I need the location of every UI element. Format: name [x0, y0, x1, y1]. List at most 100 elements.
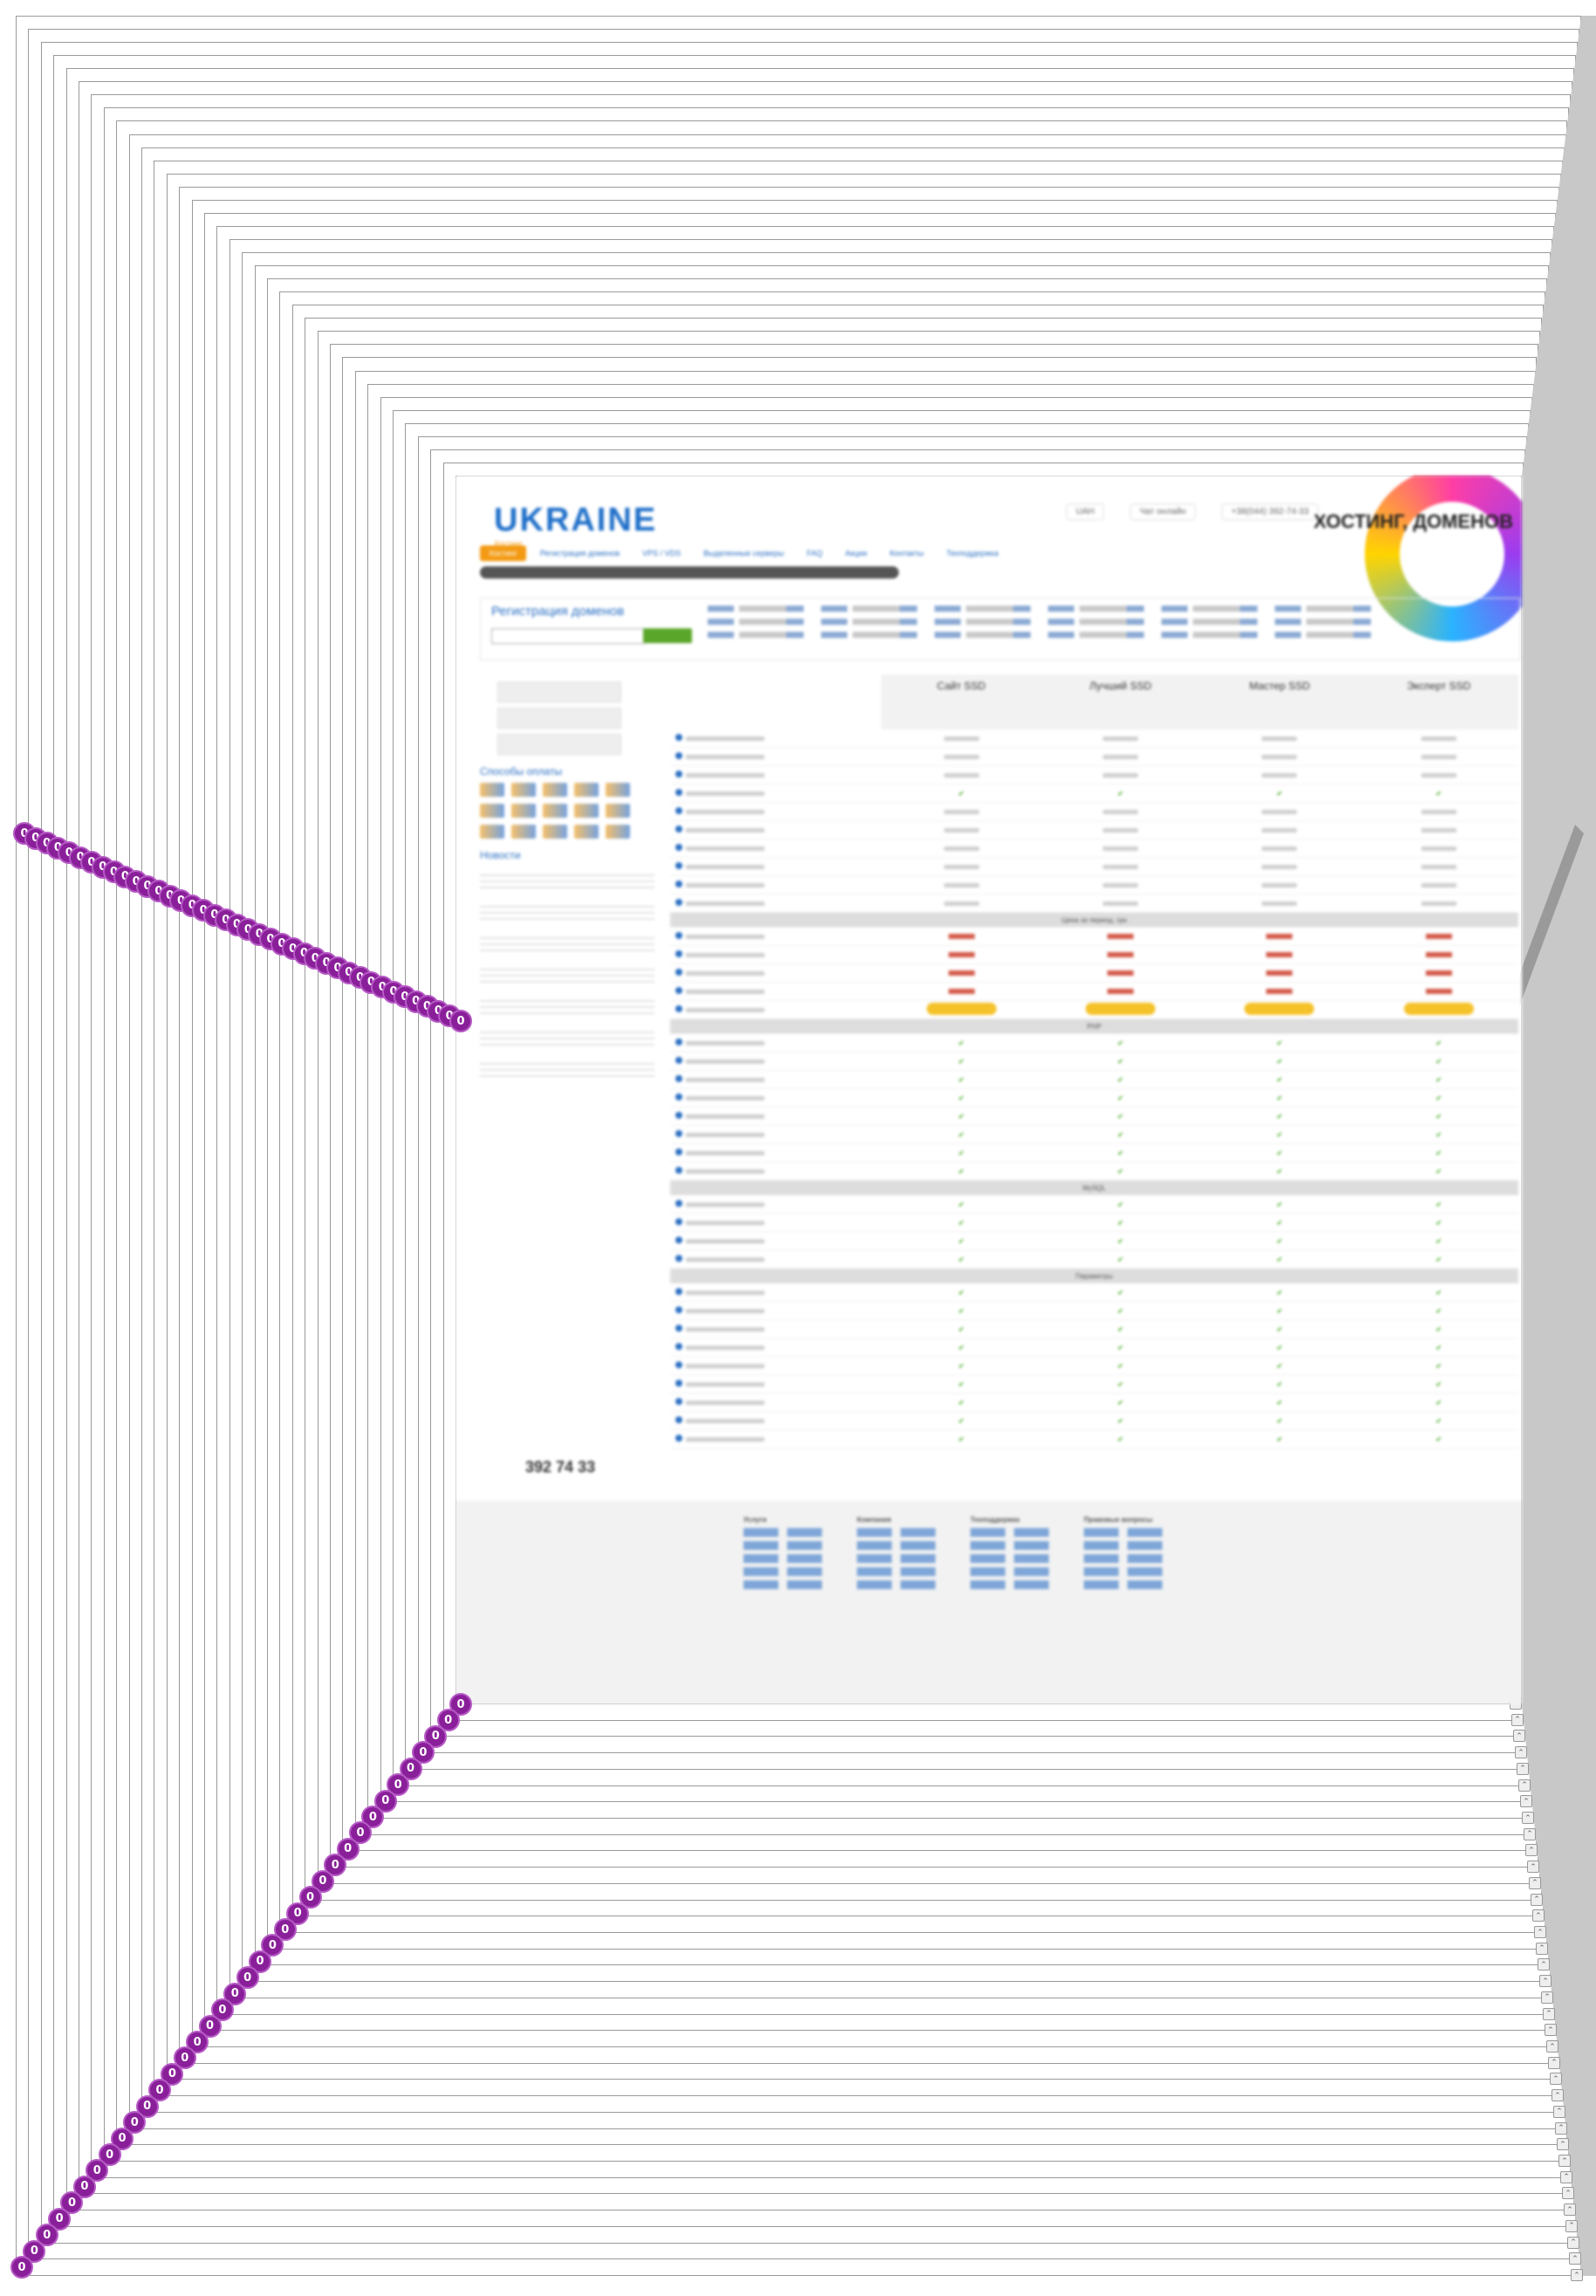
info-icon[interactable]	[675, 1398, 682, 1405]
footer-link[interactable]	[857, 1567, 935, 1576]
sidebar-button[interactable]	[497, 682, 621, 703]
phone-select[interactable]: +38(044) 392-74-33	[1222, 504, 1319, 520]
info-icon[interactable]	[675, 771, 682, 778]
footer-link[interactable]	[1084, 1580, 1162, 1589]
news-item[interactable]	[480, 1059, 654, 1081]
site-logo[interactable]: UKRAINE Хостинг	[494, 502, 657, 548]
info-icon[interactable]	[675, 899, 682, 906]
info-icon[interactable]	[675, 1435, 682, 1442]
footer-link[interactable]	[857, 1528, 935, 1537]
domain-zone-item[interactable]	[1275, 632, 1371, 638]
info-icon[interactable]	[675, 1112, 682, 1119]
client-login-bar[interactable]	[480, 566, 899, 579]
nav-item-promo[interactable]: Акции	[836, 545, 875, 561]
nav-item-hosting[interactable]: Хостинг	[480, 545, 526, 561]
info-icon[interactable]	[675, 1380, 682, 1387]
info-icon[interactable]	[675, 1093, 682, 1100]
info-icon[interactable]	[675, 1325, 682, 1332]
domain-zone-item[interactable]	[821, 632, 917, 638]
footer-link[interactable]	[1084, 1541, 1162, 1550]
footer-link[interactable]	[970, 1580, 1049, 1589]
domain-zone-item[interactable]	[935, 619, 1031, 625]
domain-zone-item[interactable]	[1048, 606, 1144, 612]
currency-select[interactable]: UAH	[1066, 504, 1105, 520]
footer-link[interactable]	[1084, 1554, 1162, 1563]
chat-online-link[interactable]: Чат онлайн	[1130, 504, 1196, 520]
domain-zone-item[interactable]	[1161, 619, 1257, 625]
info-icon[interactable]	[675, 1038, 682, 1045]
info-icon[interactable]	[675, 1075, 682, 1082]
info-icon[interactable]	[675, 881, 682, 888]
order-button[interactable]	[926, 1003, 997, 1015]
info-icon[interactable]	[675, 1200, 682, 1207]
domain-zone-item[interactable]	[708, 632, 804, 638]
footer-link[interactable]	[857, 1554, 935, 1563]
domain-zone-item[interactable]	[1275, 606, 1371, 612]
info-icon[interactable]	[675, 752, 682, 759]
domain-zone-item[interactable]	[935, 632, 1031, 638]
news-item[interactable]	[480, 870, 654, 893]
info-icon[interactable]	[675, 1167, 682, 1174]
footer-link[interactable]	[970, 1528, 1049, 1537]
info-icon[interactable]	[675, 1416, 682, 1423]
domain-search-input[interactable]	[491, 628, 645, 644]
footer-link[interactable]	[857, 1580, 935, 1589]
domain-zone-item[interactable]	[1161, 606, 1257, 612]
info-icon[interactable]	[675, 789, 682, 796]
info-icon[interactable]	[675, 1306, 682, 1313]
nav-item-vps[interactable]: VPS / VDS	[634, 545, 689, 561]
domain-zone-item[interactable]	[708, 606, 804, 612]
info-icon[interactable]	[675, 1005, 682, 1012]
news-item[interactable]	[480, 901, 654, 924]
sidebar-button[interactable]	[497, 708, 621, 729]
footer-link[interactable]	[743, 1567, 822, 1576]
order-button[interactable]	[1244, 1003, 1315, 1015]
info-icon[interactable]	[675, 826, 682, 833]
domain-zone-item[interactable]	[708, 619, 804, 625]
sidebar-button[interactable]	[497, 734, 621, 755]
order-button[interactable]	[1086, 1003, 1155, 1015]
footer-link[interactable]	[857, 1541, 935, 1550]
domain-zone-item[interactable]	[1048, 632, 1144, 638]
footer-link[interactable]	[970, 1554, 1049, 1563]
info-icon[interactable]	[675, 1255, 682, 1262]
info-icon[interactable]	[675, 734, 682, 741]
info-icon[interactable]	[675, 1218, 682, 1225]
order-button[interactable]	[1403, 1003, 1474, 1015]
info-icon[interactable]	[675, 932, 682, 939]
info-icon[interactable]	[675, 1148, 682, 1155]
nav-item-contacts[interactable]: Контакты	[881, 545, 933, 561]
info-icon[interactable]	[675, 987, 682, 994]
news-item[interactable]	[480, 964, 654, 987]
domain-zone-item[interactable]	[821, 606, 917, 612]
domain-zone-item[interactable]	[1161, 632, 1257, 638]
info-icon[interactable]	[675, 1130, 682, 1137]
info-icon[interactable]	[675, 950, 682, 957]
info-icon[interactable]	[675, 1361, 682, 1368]
domain-check-button[interactable]	[643, 628, 692, 643]
info-icon[interactable]	[675, 807, 682, 814]
footer-link[interactable]	[743, 1528, 822, 1537]
footer-link[interactable]	[1084, 1528, 1162, 1537]
domain-zone-item[interactable]	[1048, 619, 1144, 625]
info-icon[interactable]	[675, 1343, 682, 1350]
news-item[interactable]	[480, 1027, 654, 1050]
domain-zone-item[interactable]	[935, 606, 1031, 612]
footer-link[interactable]	[1084, 1567, 1162, 1576]
footer-link[interactable]	[970, 1567, 1049, 1576]
info-icon[interactable]	[675, 1237, 682, 1244]
footer-link[interactable]	[743, 1554, 822, 1563]
info-icon[interactable]	[675, 969, 682, 976]
info-icon[interactable]	[675, 844, 682, 851]
nav-item-domains[interactable]: Регистрация доменов	[531, 545, 628, 561]
footer-link[interactable]	[743, 1541, 822, 1550]
nav-item-support[interactable]: Техподдержка	[937, 545, 1007, 561]
news-item[interactable]	[480, 933, 654, 956]
domain-zone-item[interactable]	[821, 619, 917, 625]
info-icon[interactable]	[675, 1057, 682, 1064]
news-item[interactable]	[480, 996, 654, 1018]
info-icon[interactable]	[675, 1288, 682, 1295]
domain-zone-item[interactable]	[1275, 619, 1371, 625]
nav-item-faq[interactable]: FAQ	[798, 545, 831, 561]
nav-item-dedicated[interactable]: Выделенные серверы	[695, 545, 792, 561]
